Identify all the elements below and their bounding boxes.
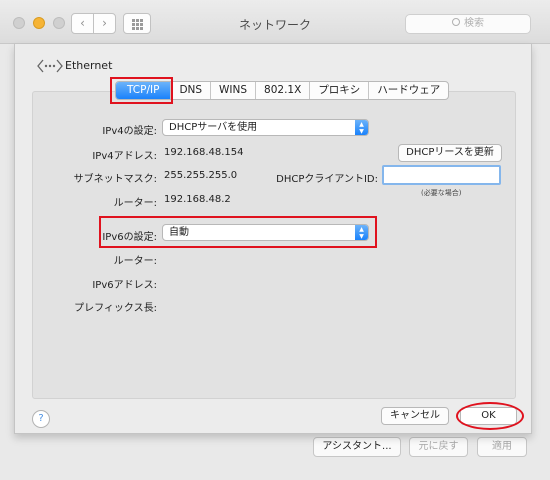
ipv4-address-label: IPv4アドレス: xyxy=(92,151,157,162)
cancel-button[interactable]: キャンセル xyxy=(381,407,449,425)
ipv4-config-value: DHCPサーバを使用 xyxy=(169,122,258,133)
highlight-ipv6-setting xyxy=(99,216,377,248)
ipv4-config-popup[interactable]: DHCPサーバを使用 ▲ ▼ xyxy=(162,119,369,136)
advanced-settings-sheet: Ethernet TCP/IP DNS WINS 802.1X プロキシ ハード… xyxy=(14,44,532,434)
ipv4-router-value: 192.168.48.2 xyxy=(164,194,231,205)
help-button[interactable]: ? xyxy=(32,410,50,428)
updown-arrows-icon: ▲ ▼ xyxy=(355,120,368,135)
search-field[interactable]: 検索 xyxy=(405,14,531,34)
search-placeholder: 検索 xyxy=(464,18,484,29)
prefix-length-label: プレフィックス長: xyxy=(74,303,157,314)
tab-8021x[interactable]: 802.1X xyxy=(255,82,309,99)
interface-name: Ethernet xyxy=(65,59,113,72)
renew-dhcp-lease-button[interactable]: DHCPリースを更新 xyxy=(398,144,502,162)
assistant-button[interactable]: アシスタント... xyxy=(313,437,401,457)
ipv4-address-value: 192.168.48.154 xyxy=(164,147,244,158)
search-icon xyxy=(452,18,460,26)
title-bar: ‹ › ネットワーク 検索 xyxy=(0,0,550,44)
tab-wins[interactable]: WINS xyxy=(210,82,255,99)
dhcp-client-id-field[interactable] xyxy=(382,165,501,185)
subnet-mask-value: 255.255.255.0 xyxy=(164,170,238,181)
apply-button: 適用 xyxy=(477,437,527,457)
ipv4-config-label: IPv4の設定: xyxy=(102,126,157,137)
ipv6-router-label: ルーター: xyxy=(113,256,157,267)
tab-dns[interactable]: DNS xyxy=(170,82,210,99)
highlight-tcpip-tab xyxy=(110,77,173,104)
subnet-mask-label: サブネットマスク: xyxy=(73,174,157,185)
dhcp-client-id-hint: (必要な場合) xyxy=(421,189,462,197)
highlight-ok-button xyxy=(456,402,524,430)
revert-button: 元に戻す xyxy=(409,437,468,457)
tab-proxies[interactable]: プロキシ xyxy=(309,82,368,99)
dhcp-client-id-label: DHCPクライアントID: xyxy=(276,174,378,185)
tab-hardware[interactable]: ハードウェア xyxy=(368,82,448,99)
ipv6-address-label: IPv6アドレス: xyxy=(92,280,157,291)
ipv4-router-label: ルーター: xyxy=(113,198,157,209)
ethernet-icon xyxy=(37,59,63,73)
